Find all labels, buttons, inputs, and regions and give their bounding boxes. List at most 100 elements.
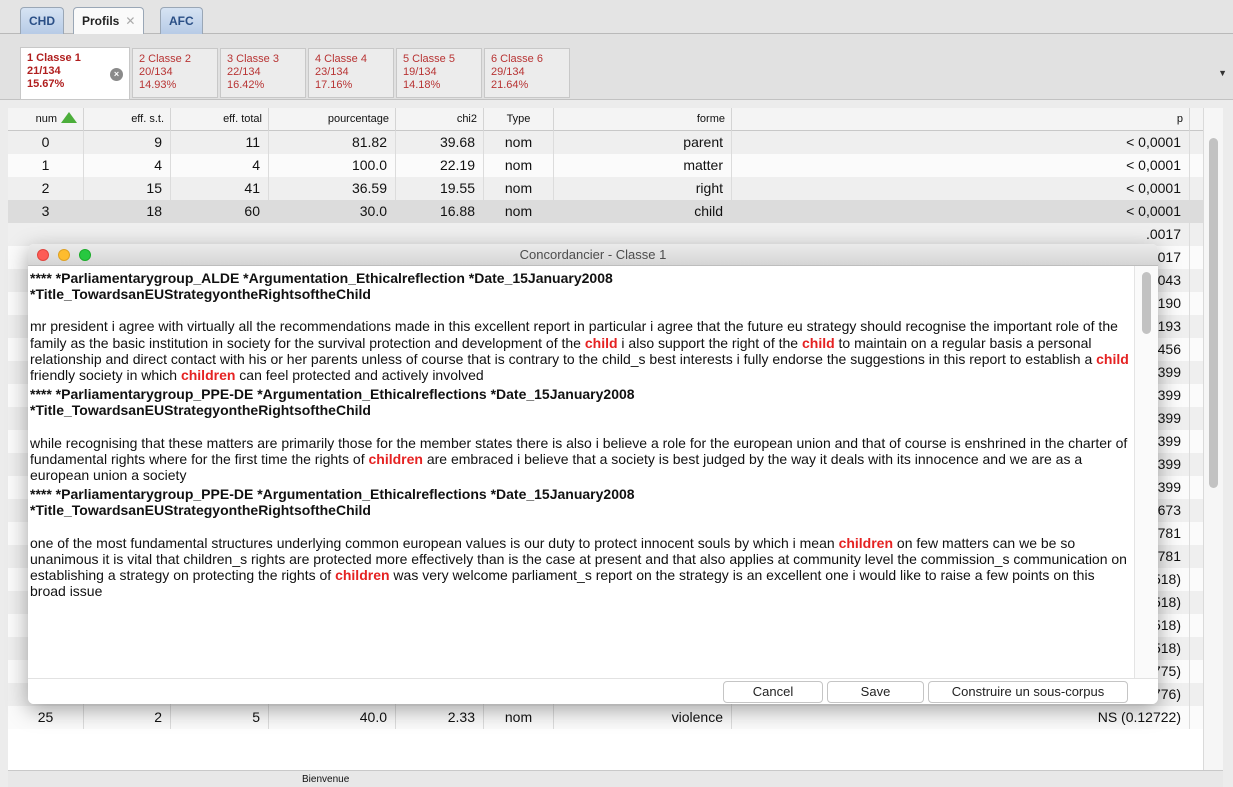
table-cell: nom xyxy=(484,706,554,729)
table-cell: violence xyxy=(554,706,732,729)
zoom-window-icon[interactable] xyxy=(79,249,91,261)
table-row[interactable]: 0 9 11 81.82 39.68 nom parent < 0,0001 xyxy=(8,131,1203,154)
tab-profils-label: Profils xyxy=(82,14,120,28)
column-header[interactable]: eff. s.t. xyxy=(84,108,171,131)
table-row[interactable]: 25 2 5 40.0 2.33 nom violence NS (0.12722) xyxy=(8,706,1203,729)
concordance-footer: Cancel Save Construire un sous-corpus xyxy=(28,678,1158,704)
entry-header: **** *Parliamentarygroup_PPE-DE *Argumen… xyxy=(30,386,635,403)
column-header[interactable]: forme xyxy=(554,108,732,131)
table-cell: 18 xyxy=(84,200,171,223)
text-segment: can feel protected and actively involved xyxy=(235,367,484,384)
column-header[interactable]: chi2 xyxy=(396,108,484,131)
class-tab-count: 20/134 xyxy=(139,66,173,78)
table-cell: 4 xyxy=(171,154,269,177)
entry-title: *Title_TowardsanEUStrategyontheRightsoft… xyxy=(30,502,371,519)
entry-text: mr president i agree with virtually all … xyxy=(30,318,1132,383)
tab-chd[interactable]: CHD xyxy=(20,7,64,34)
table-row[interactable]: 3 18 60 30.0 16.88 nom child < 0,0001 xyxy=(8,200,1203,223)
cancel-button[interactable]: Cancel xyxy=(723,681,823,703)
table-cell: 0 xyxy=(8,131,84,154)
table-cell: matter xyxy=(554,154,732,177)
class-tab-count: 29/134 xyxy=(491,66,525,78)
table-cell: 16.88 xyxy=(396,200,484,223)
tab-profils[interactable]: Profils ✕ xyxy=(73,7,145,34)
status-bar: Bienvenue xyxy=(8,770,1223,787)
table-cell: 15 xyxy=(84,177,171,200)
table-row[interactable]: 2 15 41 36.59 19.55 nom right < 0,0001 xyxy=(8,177,1203,200)
entry-title: *Title_TowardsanEUStrategyontheRightsoft… xyxy=(30,286,371,303)
concordance-text[interactable]: **** *Parliamentarygroup_ALDE *Argumenta… xyxy=(28,266,1132,678)
class-tab-percent: 14.18% xyxy=(403,79,441,91)
class-tab-2[interactable]: 2 Classe 2 20/134 14.93% xyxy=(132,48,218,98)
table-cell-p: .0017 xyxy=(732,223,1190,246)
table-cell: 19.55 xyxy=(396,177,484,200)
concordance-window: Concordancier - Classe 1 **** *Parliamen… xyxy=(28,244,1158,704)
table-cell: < 0,0001 xyxy=(732,154,1190,177)
class-tab-percent: 21.64% xyxy=(491,79,529,91)
class-tab-1[interactable]: 1 Classe 1 21/134 15.67% × xyxy=(20,47,130,100)
class-tab-6[interactable]: 6 Classe 6 29/134 21.64% xyxy=(484,48,570,98)
text-segment: one of the most fundamental structures u… xyxy=(30,534,839,551)
concordance-scrollbar[interactable] xyxy=(1134,266,1158,678)
table-cell: nom xyxy=(484,131,554,154)
table-cell: child xyxy=(554,200,732,223)
scrollbar-thumb[interactable] xyxy=(1209,138,1218,488)
table-cell: 5 xyxy=(171,706,269,729)
tab-afc-label: AFC xyxy=(169,14,194,28)
tab-list-dropdown-icon[interactable]: ▼ xyxy=(1218,68,1227,78)
class-tab-title: 6 Classe 6 xyxy=(491,53,543,65)
table-cell: nom xyxy=(484,200,554,223)
table-cell: 60 xyxy=(171,200,269,223)
table-cell: 22.19 xyxy=(396,154,484,177)
column-header[interactable]: pourcentage xyxy=(269,108,396,131)
column-header[interactable]: p xyxy=(732,108,1190,131)
table-row[interactable]: .0017 xyxy=(8,223,1203,246)
sort-ascending-icon xyxy=(61,112,77,123)
window-titlebar[interactable]: Concordancier - Classe 1 xyxy=(28,244,1158,266)
minimize-window-icon[interactable] xyxy=(58,249,70,261)
column-header[interactable]: eff. total xyxy=(171,108,269,131)
highlighted-term: children xyxy=(368,450,423,467)
class-tabbar: 1 Classe 1 21/134 15.67% × 2 Classe 2 20… xyxy=(0,34,1233,100)
class-tab-5[interactable]: 5 Classe 5 19/134 14.18% xyxy=(396,48,482,98)
table-cell: parent xyxy=(554,131,732,154)
table-cell: 25 xyxy=(8,706,84,729)
text-segment: i also support the right of the xyxy=(617,334,802,351)
class-tab-percent: 17.16% xyxy=(315,79,353,91)
table-cell: 4 xyxy=(84,154,171,177)
table-cell: 2 xyxy=(8,177,84,200)
class-tab-title: 1 Classe 1 xyxy=(27,52,81,64)
table-cell: 9 xyxy=(84,131,171,154)
column-header-label: num xyxy=(35,113,57,125)
entry-text: while recognising that these matters are… xyxy=(30,435,1132,484)
class-tab-percent: 14.93% xyxy=(139,79,177,91)
close-icon[interactable]: ✕ xyxy=(125,14,135,28)
table-cell: 39.68 xyxy=(396,131,484,154)
class-tab-count: 23/134 xyxy=(315,66,349,78)
class-tab-4[interactable]: 4 Classe 4 23/134 17.16% xyxy=(308,48,394,98)
entry-header: **** *Parliamentarygroup_ALDE *Argumenta… xyxy=(30,270,613,286)
column-header-num[interactable]: num xyxy=(8,108,84,131)
table-cell: 81.82 xyxy=(269,131,396,154)
table-row[interactable]: 1 4 4 100.0 22.19 nom matter < 0,0001 xyxy=(8,154,1203,177)
window-title: Concordancier - Classe 1 xyxy=(519,247,667,262)
class-tab-3[interactable]: 3 Classe 3 22/134 16.42% xyxy=(220,48,306,98)
table-cell: 11 xyxy=(171,131,269,154)
tab-chd-label: CHD xyxy=(29,14,55,28)
table-cell: nom xyxy=(484,154,554,177)
status-text: Bienvenue xyxy=(302,774,350,785)
table-cell: < 0,0001 xyxy=(732,131,1190,154)
document-tabbar: CHD Profils ✕ AFC xyxy=(0,0,1233,34)
save-button[interactable]: Save xyxy=(827,681,924,703)
column-header[interactable]: Type xyxy=(484,108,554,131)
table-header: num eff. s.t. eff. total pourcentage chi… xyxy=(8,108,1203,131)
scrollbar-thumb[interactable] xyxy=(1142,272,1151,334)
table-scrollbar[interactable] xyxy=(1203,108,1223,770)
class-tab-count: 22/134 xyxy=(227,66,261,78)
table-cell: 3 xyxy=(8,200,84,223)
build-subcorpus-button[interactable]: Construire un sous-corpus xyxy=(928,681,1128,703)
close-tab-icon[interactable]: × xyxy=(110,68,123,81)
close-window-icon[interactable] xyxy=(37,249,49,261)
tab-afc[interactable]: AFC xyxy=(160,7,203,34)
table-cell: 1 xyxy=(8,154,84,177)
